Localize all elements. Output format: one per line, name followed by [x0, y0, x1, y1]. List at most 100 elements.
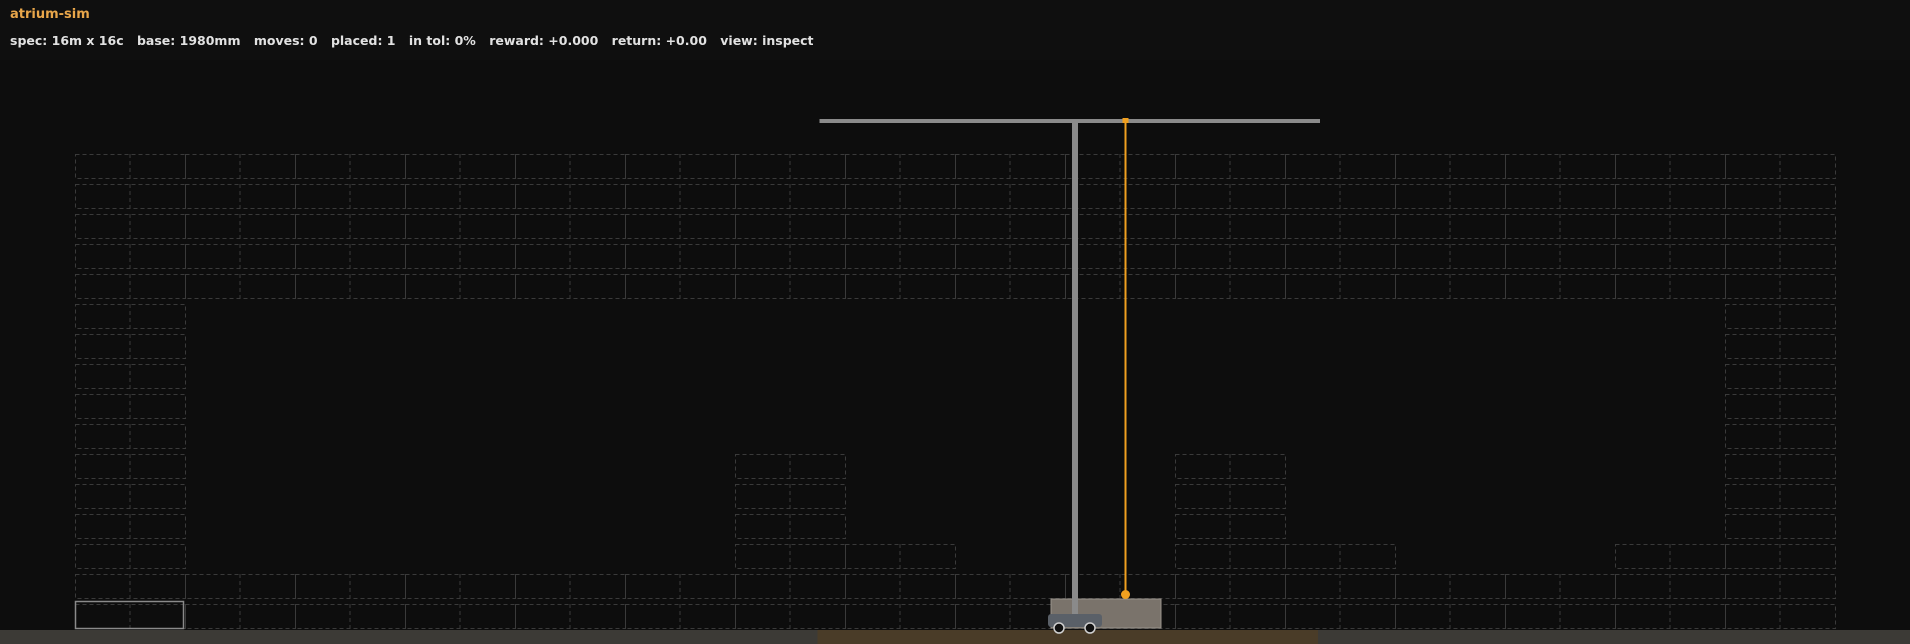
ghost-cell [1285, 574, 1396, 599]
ghost-cell [75, 154, 186, 179]
ghost-cell [1285, 274, 1396, 299]
ghost-cell [625, 214, 736, 239]
ghost-cell [735, 484, 846, 509]
ghost-cell [185, 154, 296, 179]
ghost-cell [1505, 184, 1616, 209]
ghost-cell [1395, 604, 1506, 629]
ghost-cell [1505, 274, 1616, 299]
ghost-cell [75, 184, 186, 209]
ghost-cell [735, 454, 846, 479]
ghost-cell [1725, 184, 1836, 209]
ghost-cell [625, 244, 736, 269]
ghost-cell [955, 574, 1066, 599]
ghost-cell [1285, 154, 1396, 179]
construction-scene[interactable] [0, 0, 1910, 644]
ghost-cell [1065, 244, 1176, 269]
ghost-cell [1725, 424, 1836, 449]
ghost-cell [75, 454, 186, 479]
ghost-cell [1725, 394, 1836, 419]
ghost-cell [295, 604, 406, 629]
ghost-cell [1615, 604, 1726, 629]
ghost-cell [405, 574, 516, 599]
ghost-cell [845, 154, 956, 179]
ghost-cell [1065, 154, 1176, 179]
ghost-cell [1615, 184, 1726, 209]
ghost-cell [295, 274, 406, 299]
ghost-cell [405, 214, 516, 239]
ghost-cell [1615, 544, 1726, 569]
ghost-cell [735, 184, 846, 209]
ghost-cell [185, 184, 296, 209]
ghost-cell [625, 184, 736, 209]
ghost-cell [735, 214, 846, 239]
ghost-cell [295, 574, 406, 599]
sim-viewport: atrium-sim spec: 16m x 16c base: 1980mm … [0, 0, 1910, 644]
ghost-cell [515, 244, 626, 269]
footprint-grid [75, 154, 1836, 629]
ghost-cell [1725, 514, 1836, 539]
ghost-cell [1175, 244, 1286, 269]
ghost-cell [735, 604, 846, 629]
ghost-cell [1395, 244, 1506, 269]
ghost-cell [1505, 604, 1616, 629]
ghost-cell [1175, 574, 1286, 599]
cart-wheel-right [1084, 622, 1096, 634]
ghost-cell [185, 604, 296, 629]
ghost-cell [955, 154, 1066, 179]
hook[interactable] [1121, 590, 1130, 599]
ghost-cell [845, 604, 956, 629]
ghost-cell [1285, 184, 1396, 209]
ghost-cell [735, 244, 846, 269]
ghost-cell [845, 244, 956, 269]
ghost-cell [1285, 244, 1396, 269]
ghost-cell [185, 214, 296, 239]
ghost-cell [1395, 574, 1506, 599]
ghost-cell [75, 304, 186, 329]
ghost-cell [75, 544, 186, 569]
ghost-cell [625, 574, 736, 599]
ghost-cell [185, 574, 296, 599]
ghost-cell [75, 514, 186, 539]
ghost-cell [75, 604, 186, 629]
ghost-cell [1725, 154, 1836, 179]
ghost-cell [75, 334, 186, 359]
ghost-cell [1065, 574, 1176, 599]
ghost-cell [515, 214, 626, 239]
ghost-cell [1065, 274, 1176, 299]
ghost-cell [1065, 214, 1176, 239]
ghost-cell [735, 544, 846, 569]
ghost-cell [1175, 454, 1286, 479]
cart-wheel-left [1053, 622, 1065, 634]
ghost-cell [515, 154, 626, 179]
ghost-cell [1725, 574, 1836, 599]
ghost-cell [1505, 214, 1616, 239]
ghost-cell [845, 274, 956, 299]
ghost-cell [955, 184, 1066, 209]
ghost-cell [1285, 544, 1396, 569]
ghost-cell [405, 184, 516, 209]
ghost-cell [295, 214, 406, 239]
ghost-cell [75, 274, 186, 299]
ghost-cell [1725, 334, 1836, 359]
ghost-cell [1615, 244, 1726, 269]
ground-layer [0, 630, 1910, 644]
ghost-cell [1175, 214, 1286, 239]
ghost-cell [1175, 184, 1286, 209]
ghost-cell [845, 574, 956, 599]
crane-rail-zone [817, 630, 1318, 644]
ghost-cell [295, 154, 406, 179]
ghost-cell [625, 274, 736, 299]
ghost-cell [1175, 604, 1286, 629]
ghost-cell [1395, 214, 1506, 239]
ghost-cell [75, 394, 186, 419]
ghost-cell [405, 154, 516, 179]
crane [819, 118, 1320, 634]
ghost-cell [1725, 364, 1836, 389]
ghost-cell [735, 514, 846, 539]
ghost-cell [1065, 184, 1176, 209]
ghost-cell [1725, 274, 1836, 299]
ghost-cell [1505, 154, 1616, 179]
block-layer [74, 598, 1162, 630]
ghost-cell [295, 184, 406, 209]
ghost-cell [1615, 154, 1726, 179]
